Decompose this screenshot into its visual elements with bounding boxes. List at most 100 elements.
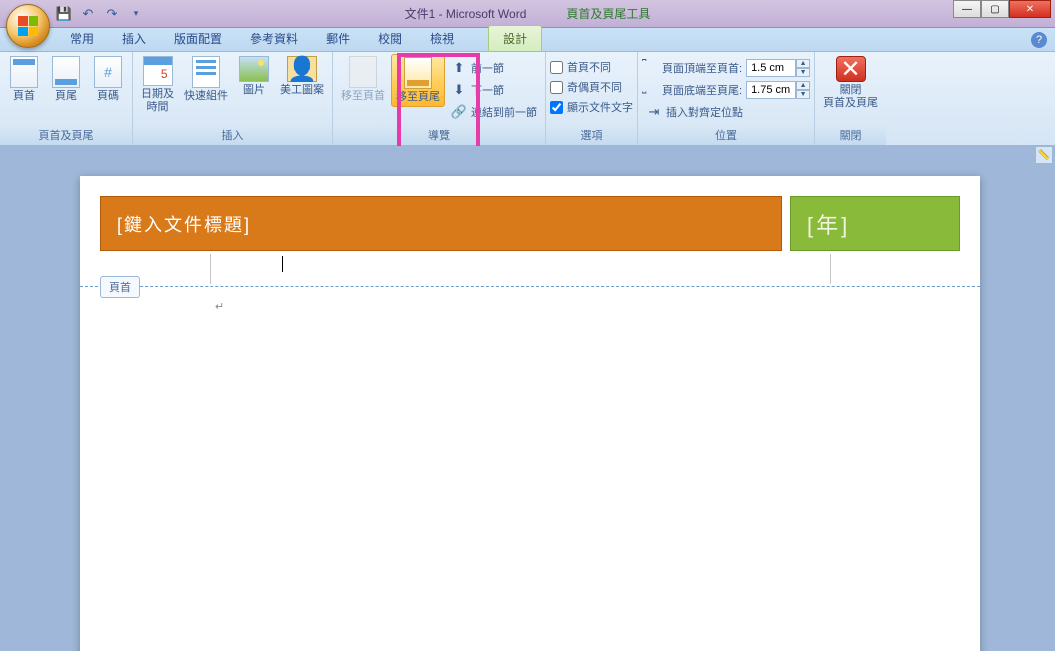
show-document-text-checkbox[interactable]: 顯示文件文字: [550, 98, 633, 116]
document-area: 📏 [鍵入文件標題] [年] 頁首 ↵: [0, 146, 1055, 651]
link-icon: 🔗: [451, 104, 467, 120]
header-label: 頁首: [13, 90, 35, 103]
header-top-input[interactable]: [746, 59, 796, 77]
header-button[interactable]: 頁首: [4, 54, 44, 105]
close-hf-icon: ✕: [836, 56, 866, 82]
tab-layout[interactable]: 版面配置: [160, 26, 236, 51]
context-tool-title: 頁首及頁尾工具: [566, 5, 650, 22]
spin-down-icon[interactable]: ▼: [796, 90, 810, 99]
group-label-nav: 導覽: [333, 125, 545, 145]
office-button[interactable]: [6, 4, 50, 48]
goto-footer-button[interactable]: 移至頁尾: [391, 54, 445, 107]
quickparts-icon: [192, 56, 220, 88]
picture-button[interactable]: 圖片: [234, 54, 274, 99]
tab-review[interactable]: 校閱: [364, 26, 416, 51]
close-header-footer-button[interactable]: ✕ 關閉 頁首及頁尾: [819, 54, 882, 112]
goto-header-label: 移至頁首: [341, 90, 385, 103]
footer-icon: [52, 56, 80, 88]
spin-up-icon[interactable]: ▲: [796, 59, 810, 68]
pagenum-icon: #: [94, 56, 122, 88]
maximize-button[interactable]: ▢: [981, 0, 1009, 18]
different-odd-even-checkbox[interactable]: 奇偶頁不同: [550, 78, 633, 96]
footer-button[interactable]: 頁尾: [46, 54, 86, 105]
group-label-close: 關閉: [815, 125, 886, 145]
window-controls: — ▢ ✕: [953, 0, 1051, 18]
diff-first-label: 首頁不同: [567, 59, 611, 75]
group-label-insert: 插入: [133, 125, 332, 145]
header-year-placeholder[interactable]: [年]: [790, 196, 960, 251]
diff-first-input[interactable]: [550, 61, 563, 74]
insert-alignment-tab-button[interactable]: ⇥插入對齊定位點: [642, 102, 810, 122]
redo-icon[interactable]: ↷: [104, 6, 120, 22]
save-icon[interactable]: 💾: [56, 6, 72, 22]
header-from-top-row: ⎴ 頁面頂端至頁首: ▲▼: [642, 58, 810, 78]
pagenum-label: 頁碼: [97, 90, 119, 103]
goto-header-button: 移至頁首: [337, 54, 389, 105]
quickparts-label: 快速組件: [184, 90, 228, 103]
group-insert: 5 日期及 時間 快速組件 圖片 👤 美工圖案 插入: [133, 52, 333, 145]
title-bar: 💾 ↶ ↷ ▾ 文件1 - Microsoft Word 頁首及頁尾工具 — ▢…: [0, 0, 1055, 28]
header-content[interactable]: [鍵入文件標題] [年]: [100, 196, 960, 251]
calendar-icon: 5: [143, 56, 173, 86]
clipart-label: 美工圖案: [280, 84, 324, 97]
footer-label: 頁尾: [55, 90, 77, 103]
goto-header-icon: [349, 56, 377, 88]
group-options: 首頁不同 奇偶頁不同 顯示文件文字 選項: [546, 52, 638, 145]
tab-references[interactable]: 參考資料: [236, 26, 312, 51]
header-icon: [10, 56, 38, 88]
margin-guide-right: [830, 254, 831, 284]
ribbon-tabs: 常用 插入 版面配置 參考資料 郵件 校閱 檢視 設計 ?: [0, 28, 1055, 52]
header-title-placeholder[interactable]: [鍵入文件標題]: [100, 196, 782, 251]
clipart-button[interactable]: 👤 美工圖案: [276, 54, 328, 99]
next-icon: ⬇: [451, 82, 467, 98]
minimize-button[interactable]: —: [953, 0, 981, 18]
top-distance-label: 頁面頂端至頁首:: [662, 60, 742, 76]
clipart-icon: 👤: [287, 56, 317, 82]
footer-bottom-input[interactable]: [746, 81, 796, 99]
goto-footer-icon: [404, 57, 432, 89]
prev-label: 前一節: [471, 60, 504, 76]
qat-dropdown-icon[interactable]: ▾: [128, 6, 144, 22]
header-boundary-line: [80, 286, 980, 287]
help-icon[interactable]: ?: [1031, 32, 1047, 48]
diff-oddeven-label: 奇偶頁不同: [567, 79, 622, 95]
page[interactable]: [鍵入文件標題] [年] 頁首 ↵: [80, 176, 980, 651]
top-distance-icon: ⎴: [642, 60, 658, 76]
tab-mailings[interactable]: 郵件: [312, 26, 364, 51]
ruler-toggle-icon[interactable]: 📏: [1035, 146, 1053, 164]
tab-insert[interactable]: 插入: [108, 26, 160, 51]
header-top-spinner[interactable]: ▲▼: [746, 59, 810, 77]
diff-oddeven-input[interactable]: [550, 81, 563, 94]
tab-view[interactable]: 檢視: [416, 26, 468, 51]
previous-section-button[interactable]: ⬆前一節: [447, 58, 541, 78]
footer-bottom-spinner[interactable]: ▲▼: [746, 81, 810, 99]
next-section-button[interactable]: ⬇下一節: [447, 80, 541, 100]
spin-down-icon[interactable]: ▼: [796, 68, 810, 77]
quickparts-button[interactable]: 快速組件: [180, 54, 232, 105]
undo-icon[interactable]: ↶: [80, 6, 96, 22]
spin-up-icon[interactable]: ▲: [796, 81, 810, 90]
show-doc-label: 顯示文件文字: [567, 99, 633, 115]
next-label: 下一節: [471, 82, 504, 98]
page-number-button[interactable]: # 頁碼: [88, 54, 128, 105]
tab-design[interactable]: 設計: [488, 25, 542, 51]
window-title: 文件1 - Microsoft Word 頁首及頁尾工具: [405, 5, 651, 22]
align-tab-icon: ⇥: [646, 104, 662, 120]
show-doc-input[interactable]: [550, 101, 563, 114]
close-button[interactable]: ✕: [1009, 0, 1051, 18]
datetime-label: 日期及 時間: [141, 88, 174, 114]
picture-icon: [239, 56, 269, 82]
group-navigation: 移至頁首 移至頁尾 ⬆前一節 ⬇下一節 🔗連結到前一節 導覽: [333, 52, 546, 145]
group-header-footer: 頁首 頁尾 # 頁碼 頁首及頁尾: [0, 52, 133, 145]
bottom-distance-icon: ⎵: [642, 82, 658, 98]
close-hf-label: 關閉 頁首及頁尾: [823, 84, 878, 110]
group-close: ✕ 關閉 頁首及頁尾 關閉: [815, 52, 886, 145]
text-cursor: [282, 256, 283, 272]
datetime-button[interactable]: 5 日期及 時間: [137, 54, 178, 116]
tab-home[interactable]: 常用: [56, 26, 108, 51]
align-tab-label: 插入對齊定位點: [666, 104, 743, 120]
different-first-page-checkbox[interactable]: 首頁不同: [550, 58, 633, 76]
bottom-distance-label: 頁面底端至頁尾:: [662, 82, 742, 98]
document-title: 文件1 - Microsoft Word: [405, 5, 527, 22]
ribbon: 頁首 頁尾 # 頁碼 頁首及頁尾 5 日期及 時間 快速組件: [0, 52, 1055, 146]
